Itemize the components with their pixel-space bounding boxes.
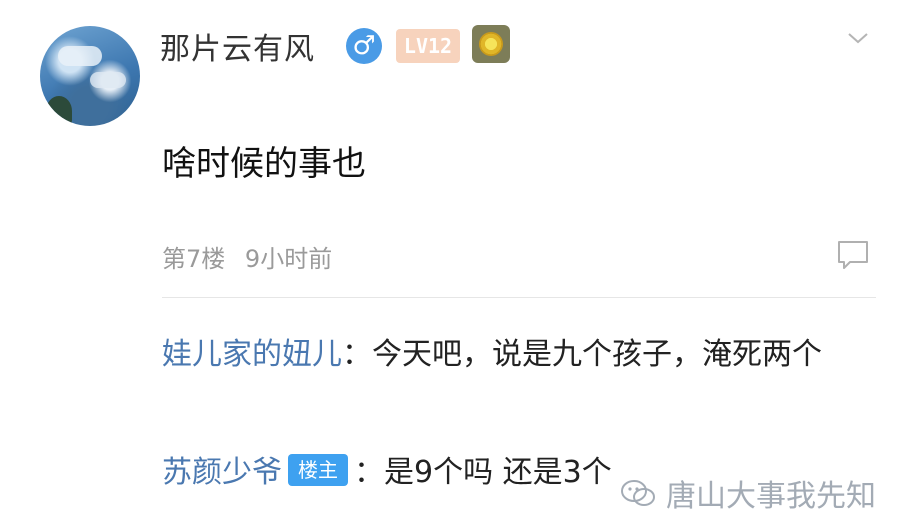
- reply-separator: ：: [354, 455, 384, 490]
- comment-text: 啥时候的事也: [162, 144, 366, 184]
- reply-icon[interactable]: [836, 238, 870, 272]
- reply-text: 今天吧，说是九个孩子，淹死两个: [372, 337, 822, 372]
- username[interactable]: 那片云有风: [160, 24, 315, 68]
- reply-username[interactable]: 苏颜少爷: [162, 455, 282, 490]
- chevron-down-icon[interactable]: [846, 26, 870, 50]
- reply-separator: ：: [342, 337, 372, 372]
- level-badge: LV12: [396, 29, 460, 63]
- reply-username[interactable]: 娃儿家的妞儿: [162, 337, 342, 372]
- comment-meta: 第7楼 9小时前: [162, 239, 344, 274]
- wechat-icon: [621, 480, 655, 506]
- avatar-cloud: [90, 72, 126, 88]
- reply-item[interactable]: 娃儿家的妞儿：今天吧，说是九个孩子，淹死两个: [162, 330, 862, 380]
- watermark: 唐山大事我先知: [620, 470, 876, 516]
- watermark-text: 唐山大事我先知: [666, 479, 876, 514]
- medal-icon: [472, 25, 510, 63]
- avatar-tree: [46, 96, 72, 126]
- divider: [162, 297, 876, 298]
- avatar-cloud: [58, 46, 102, 66]
- male-icon: ♂: [346, 28, 382, 64]
- floor-number: 第7楼: [162, 245, 226, 273]
- reply-text: 是9个吗 还是3个: [384, 455, 612, 490]
- post-time: 9小时前: [244, 245, 333, 273]
- user-avatar[interactable]: [40, 26, 140, 126]
- owner-badge: 楼主: [288, 454, 348, 486]
